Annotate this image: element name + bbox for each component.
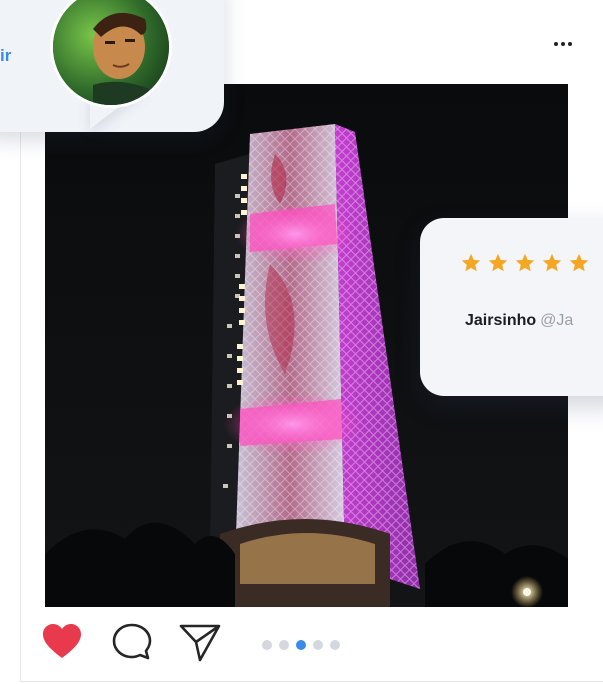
more-horizontal-icon[interactable]: [545, 34, 581, 54]
carousel-dot[interactable]: [330, 640, 340, 650]
comment-icon[interactable]: [110, 620, 154, 664]
star-icon: [488, 253, 508, 272]
heart-icon[interactable]: [40, 620, 84, 664]
comment-speech-bubble: ir: [0, 0, 224, 132]
review-author-name: Jairsinho: [465, 312, 537, 329]
review-author-handle[interactable]: @Ja: [540, 312, 573, 329]
star-rating: [460, 252, 590, 274]
send-icon[interactable]: [178, 620, 222, 664]
post-actions-bar: [0, 616, 603, 672]
carousel-dot[interactable]: [262, 640, 272, 650]
instagram-post-mockup: ir Jairsinho @Ja: [0, 0, 603, 684]
review-card: Jairsinho @Ja: [420, 218, 603, 396]
avatar-portrait: [53, 0, 169, 105]
avatar[interactable]: [50, 0, 172, 108]
review-author: Jairsinho @Ja: [465, 312, 573, 330]
carousel-dot-active[interactable]: [296, 640, 306, 650]
carousel-indicator: [262, 640, 340, 650]
star-icon: [461, 253, 481, 272]
star-icon: [515, 253, 535, 272]
star-icon: [569, 253, 589, 272]
carousel-dot[interactable]: [313, 640, 323, 650]
bubble-partial-text: ir: [0, 46, 12, 65]
carousel-dot[interactable]: [279, 640, 289, 650]
star-icon: [542, 253, 562, 272]
